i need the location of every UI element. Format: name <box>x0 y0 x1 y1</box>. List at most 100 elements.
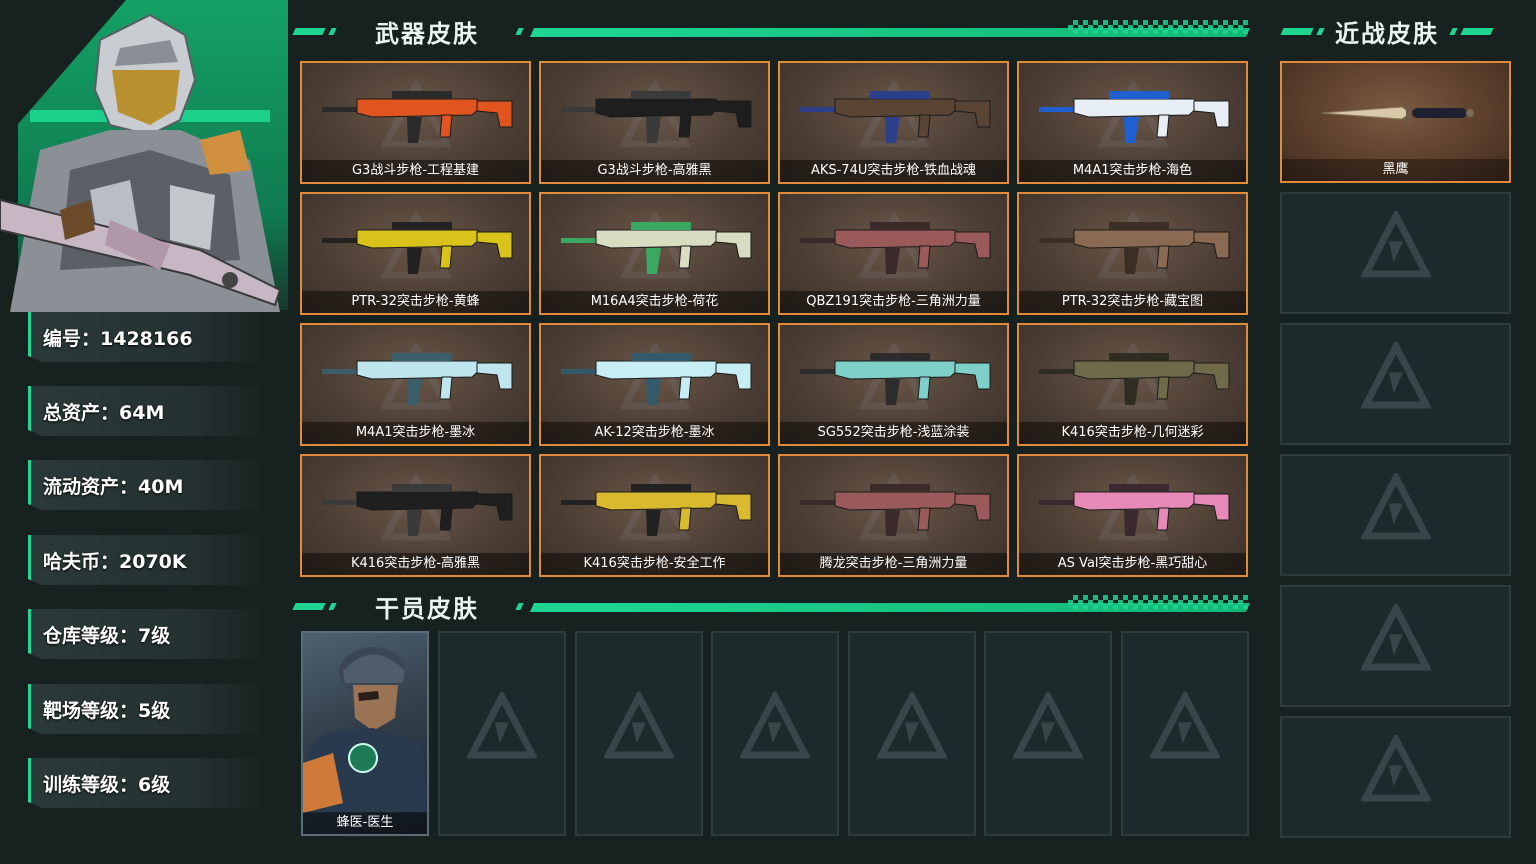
operator-portrait <box>0 13 282 312</box>
weapon-skin-label: G3战斗步枪-高雅黑 <box>541 160 768 182</box>
melee-skin-card[interactable]: 黑鹰 <box>1280 61 1511 183</box>
weapon-image <box>800 222 991 274</box>
weapon-skin-label: AK-12突击步枪-墨冰 <box>541 422 768 444</box>
melee-skins-title: 近战皮肤 <box>1335 19 1439 48</box>
logo-watermark-icon <box>1360 735 1431 802</box>
weapon-image <box>561 222 752 274</box>
weapon-image <box>1039 91 1230 143</box>
logo-watermark-icon <box>876 691 947 758</box>
weapon-skin-label: M4A1突击步枪-墨冰 <box>302 422 529 444</box>
weapon-skin-label: PTR-32突击步枪-黄蜂 <box>302 291 529 313</box>
logo-watermark-icon <box>1360 211 1431 278</box>
operator-empty-slot[interactable] <box>574 631 703 836</box>
weapon-skin-card[interactable]: AS Val突击步枪-黑巧甜心 <box>1017 454 1248 577</box>
melee-empty-slot[interactable] <box>1280 192 1511 314</box>
melee-empty-slot[interactable] <box>1280 323 1511 445</box>
melee-empty-slot[interactable] <box>1280 585 1511 707</box>
operator-empty-slot[interactable] <box>1121 631 1249 836</box>
weapon-skin-label: PTR-32突击步枪-藏宝图 <box>1019 291 1246 313</box>
weapon-skin-label: AS Val突击步枪-黑巧甜心 <box>1019 553 1246 575</box>
logo-watermark-icon <box>1150 691 1220 758</box>
logo-watermark-icon <box>467 691 537 758</box>
logo-watermark-icon <box>1360 473 1431 540</box>
weapon-image <box>322 91 513 143</box>
header-dash <box>515 27 524 35</box>
header-dash <box>1280 27 1314 35</box>
stat-training-level: 训练等级：6级 <box>28 758 260 808</box>
weapon-image <box>1039 353 1230 405</box>
stat-liquid-assets: 流动资产：40M <box>28 460 260 510</box>
weapon-image <box>561 91 752 143</box>
weapon-skin-label: K416突击步枪-几何迷彩 <box>1019 422 1246 444</box>
header-dash <box>292 27 326 35</box>
weapon-skin-card[interactable]: G3战斗步枪-高雅黑 <box>539 61 770 184</box>
logo-watermark-icon <box>740 691 811 758</box>
weapon-image <box>322 222 513 274</box>
weapon-skin-label: K416突击步枪-安全工作 <box>541 553 768 575</box>
stat-total-assets: 总资产：64M <box>28 386 260 436</box>
weapon-skin-card[interactable]: M4A1突击步枪-墨冰 <box>300 323 531 446</box>
operator-skin-card[interactable]: 蜂医-医生 <box>301 631 429 836</box>
melee-skins-header: 近战皮肤 <box>1280 16 1512 48</box>
weapon-skin-card[interactable]: M16A4突击步枪-荷花 <box>539 192 770 315</box>
weapon-skin-label: K416突击步枪-高雅黑 <box>302 553 529 575</box>
stat-warehouse-level: 仓库等级：7级 <box>28 609 260 659</box>
operator-skins-header: 干员皮肤 <box>292 591 1251 623</box>
melee-skin-label: 黑鹰 <box>1282 159 1509 181</box>
weapon-image <box>800 484 991 536</box>
operator-empty-slot[interactable] <box>438 631 566 836</box>
weapon-image <box>322 353 513 405</box>
weapon-image <box>800 91 991 143</box>
weapon-skin-card[interactable]: SG552突击步枪-浅蓝涂装 <box>778 323 1009 446</box>
melee-empty-slot[interactable] <box>1280 454 1511 576</box>
stat-player-id: 编号：1428166 <box>28 312 260 362</box>
weapon-skin-card[interactable]: PTR-32突击步枪-藏宝图 <box>1017 192 1248 315</box>
operator-empty-slot[interactable] <box>984 631 1113 836</box>
logo-watermark-icon <box>1013 691 1084 758</box>
melee-empty-slot[interactable] <box>1280 716 1511 838</box>
weapon-image <box>322 484 513 536</box>
weapon-skin-label: M16A4突击步枪-荷花 <box>541 291 768 313</box>
weapon-skin-card[interactable]: M4A1突击步枪-海色 <box>1017 61 1248 184</box>
logo-watermark-icon <box>1360 604 1431 671</box>
weapon-image <box>1039 222 1230 274</box>
operator-empty-slot[interactable] <box>847 631 976 836</box>
header-bar <box>529 591 1251 621</box>
knife-image <box>1321 103 1474 123</box>
weapon-skin-label: 腾龙突击步枪-三角洲力量 <box>780 553 1007 575</box>
stat-haf-coins: 哈夫币：2070K <box>28 535 260 585</box>
weapon-skin-card[interactable]: 腾龙突击步枪-三角洲力量 <box>778 454 1009 577</box>
weapon-skin-card[interactable]: QBZ191突击步枪-三角洲力量 <box>778 192 1009 315</box>
header-bar <box>529 16 1251 46</box>
header-dash <box>1449 27 1458 35</box>
weapon-image <box>561 484 752 536</box>
weapon-skin-card[interactable]: K416突击步枪-高雅黑 <box>300 454 531 577</box>
weapon-skin-label: QBZ191突击步枪-三角洲力量 <box>780 291 1007 313</box>
weapon-skins-header: 武器皮肤 <box>292 16 1251 48</box>
operator-skins-title: 干员皮肤 <box>375 594 479 623</box>
operator-empty-slot[interactable] <box>711 631 840 836</box>
weapon-image <box>561 353 752 405</box>
weapon-skin-card[interactable]: K416突击步枪-安全工作 <box>539 454 770 577</box>
header-dash <box>515 602 524 610</box>
weapon-skin-label: M4A1突击步枪-海色 <box>1019 160 1246 182</box>
header-dash <box>1316 27 1325 35</box>
header-dash <box>292 602 326 610</box>
header-dash <box>1460 27 1494 35</box>
weapon-skin-card[interactable]: PTR-32突击步枪-黄蜂 <box>300 192 531 315</box>
weapon-skin-label: AKS-74U突击步枪-铁血战魂 <box>780 160 1007 182</box>
operator-figure <box>303 647 427 813</box>
logo-watermark-icon <box>603 691 674 758</box>
player-panel: 编号：1428166 总资产：64M 流动资产：40M 哈夫币：2070K 仓库… <box>0 0 290 864</box>
weapon-image <box>800 353 991 405</box>
header-dash <box>328 27 337 35</box>
operator-skin-label: 蜂医-医生 <box>303 812 427 834</box>
weapon-skin-card[interactable]: AK-12突击步枪-墨冰 <box>539 323 770 446</box>
stat-range-level: 靶场等级：5级 <box>28 684 260 734</box>
weapon-skin-card[interactable]: K416突击步枪-几何迷彩 <box>1017 323 1248 446</box>
weapon-skins-title: 武器皮肤 <box>375 19 479 48</box>
weapon-skin-card[interactable]: AKS-74U突击步枪-铁血战魂 <box>778 61 1009 184</box>
weapon-skin-card[interactable]: G3战斗步枪-工程基建 <box>300 61 531 184</box>
header-dash <box>328 602 337 610</box>
weapon-image <box>1039 484 1230 536</box>
